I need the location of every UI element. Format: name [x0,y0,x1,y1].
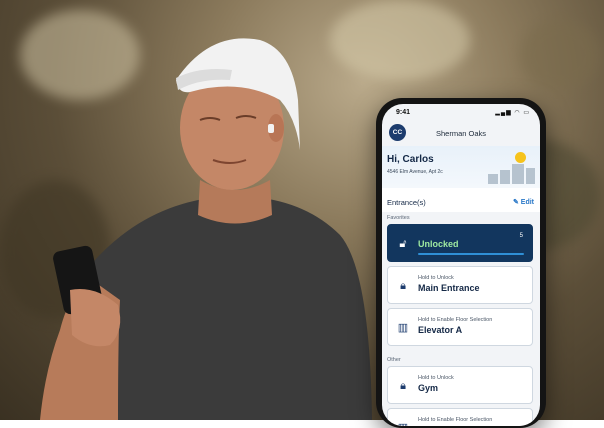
card-title: Elevator A [418,325,463,335]
main-entrance-card[interactable]: 🔒︎ Hold to Unlock Main Entrance [387,266,533,304]
elevator-icon: ▥ [397,322,409,334]
location-title[interactable]: Sherman Oaks [382,129,540,138]
favorites-label: Favorites [387,215,410,221]
entrances-header: Entrance(s) ✎ Edit [382,188,540,212]
other-label: Other [387,357,401,363]
card-subtitle: Hold to Enable Floor Selection [418,417,493,423]
status-time: 9:41 [396,109,411,116]
sun-icon [515,152,526,163]
card-subtitle: Hold to Unlock [418,275,454,281]
edit-button[interactable]: ✎ Edit [513,198,534,206]
address-text: 4546 Elm Avenue, Apt 2c [387,169,443,175]
unlock-icon: 🔓︎ [399,238,407,250]
card-title: Unlocked [418,239,459,249]
building-illustration [512,164,524,184]
building-illustration [500,170,510,184]
unlocked-card[interactable]: 🔓︎ Unlocked 5 [387,224,533,262]
countdown-progress-bar [418,253,524,255]
gym-card[interactable]: 🔒︎ Hold to Unlock Gym [387,366,533,404]
entrances-title: Entrance(s) [387,198,426,207]
elevator-card[interactable]: ▥ Hold to Enable Floor Selection [387,408,533,426]
greeting-title: Hi, Carlos [387,154,434,165]
status-bar: 9:41 ▂▄▆ ◠ ▭ [382,104,540,120]
card-title: Main Entrance [418,283,480,293]
card-title: Gym [418,383,439,393]
app-screen: 9:41 ▂▄▆ ◠ ▭ CC Sherman Oaks Hi, Carlos … [382,104,540,426]
building-illustration [526,168,535,184]
lock-icon: 🔒︎ [400,280,406,292]
greeting-banner: Hi, Carlos 4546 Elm Avenue, Apt 2c [382,146,540,188]
building-illustration [488,174,498,184]
countdown-value: 5 [519,233,523,239]
card-subtitle: Hold to Enable Floor Selection [418,317,493,323]
status-icons: ▂▄▆ ◠ ▭ [495,110,530,116]
lock-icon: 🔒︎ [400,380,406,392]
elevator-icon: ▥ [396,421,410,426]
app-header: CC Sherman Oaks [382,120,540,146]
card-subtitle: Hold to Unlock [418,375,454,381]
elevator-a-card[interactable]: ▥ Hold to Enable Floor Selection Elevato… [387,308,533,346]
smartphone: 9:41 ▂▄▆ ◠ ▭ CC Sherman Oaks Hi, Carlos … [376,98,546,428]
